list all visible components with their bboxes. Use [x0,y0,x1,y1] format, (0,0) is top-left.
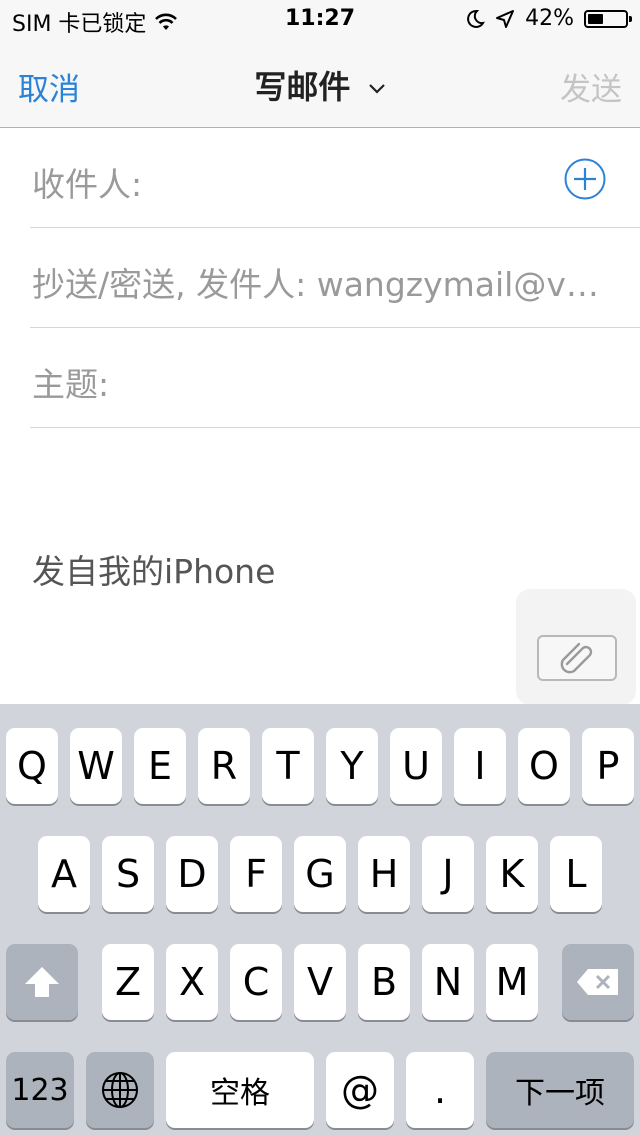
key-q[interactable]: Q [6,728,58,804]
next-key[interactable]: 下一项 [486,1052,634,1128]
key-x[interactable]: X [166,944,218,1020]
dot-key[interactable]: . [406,1052,474,1128]
to-field[interactable]: 收件人: [30,128,640,228]
key-z[interactable]: Z [102,944,154,1020]
key-h[interactable]: H [358,836,410,912]
attach-button[interactable] [537,635,617,681]
keyboard: Q W E R T Y U I O P A S D F G H J K L Z … [0,704,640,1136]
key-p[interactable]: P [582,728,634,804]
key-f[interactable]: F [230,836,282,912]
location-icon [496,9,515,28]
key-d[interactable]: D [166,836,218,912]
chevron-down-icon [368,84,385,94]
signature-text[interactable]: 发自我的iPhone [32,545,275,593]
globe-icon [102,1072,138,1108]
space-key-label: 空格 [210,1076,270,1111]
next-key-label: 下一项 [515,1076,605,1111]
delete-icon [577,969,618,995]
status-bar: SIM 卡已锁定 11:27 42% [0,0,640,40]
battery-percent: 42% [525,6,574,31]
key-a[interactable]: A [38,836,90,912]
globe-key[interactable] [86,1052,154,1128]
key-j[interactable]: J [422,836,474,912]
space-key[interactable]: 空格 [166,1052,314,1128]
key-s[interactable]: S [102,836,154,912]
nav-bar: 取消 写邮件 发送 [0,40,640,128]
key-u[interactable]: U [390,728,442,804]
add-contact-icon[interactable] [564,158,606,200]
cc-bcc-from-label: 抄送/密送, 发件人: wangzymail@v… [32,265,599,304]
key-t[interactable]: T [262,728,314,804]
key-k[interactable]: K [486,836,538,912]
key-m[interactable]: M [486,944,538,1020]
shift-key[interactable] [6,944,78,1020]
send-button[interactable]: 发送 [560,64,622,109]
key-n[interactable]: N [422,944,474,1020]
compose-title[interactable]: 写邮件 [0,62,640,108]
at-key[interactable]: @ [326,1052,394,1128]
key-l[interactable]: L [550,836,602,912]
key-i[interactable]: I [454,728,506,804]
subject-label: 主题: [32,365,110,404]
key-b[interactable]: B [358,944,410,1020]
key-c[interactable]: C [230,944,282,1020]
numbers-key[interactable]: 123 [6,1052,74,1128]
key-v[interactable]: V [294,944,346,1020]
shift-icon [25,967,59,997]
key-o[interactable]: O [518,728,570,804]
key-w[interactable]: W [70,728,122,804]
compose-title-label: 写邮件 [254,68,351,106]
cc-bcc-from-field[interactable]: 抄送/密送, 发件人: wangzymail@v… [30,228,640,328]
to-label: 收件人: [32,165,143,204]
attachment-panel [516,589,636,705]
numbers-key-label: 123 [11,1072,69,1108]
battery-icon [584,9,632,28]
subject-field[interactable]: 主题: [30,328,640,428]
key-g[interactable]: G [294,836,346,912]
key-r[interactable]: R [198,728,250,804]
delete-key[interactable] [562,944,634,1020]
paperclip-icon [560,642,593,674]
key-e[interactable]: E [134,728,186,804]
moon-icon [467,9,486,28]
key-y[interactable]: Y [326,728,378,804]
